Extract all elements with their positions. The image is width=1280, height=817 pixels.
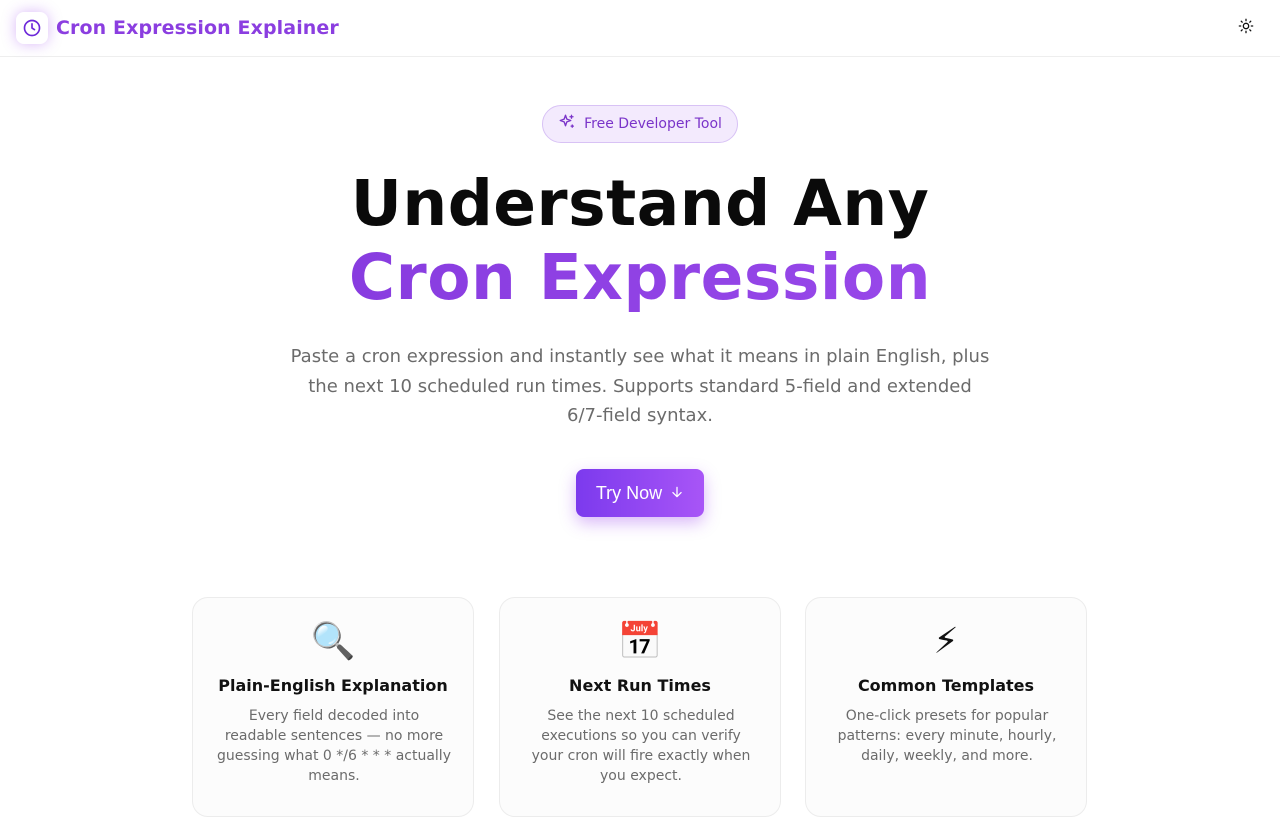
hero-subtitle: Paste a cron expression and instantly se… xyxy=(290,346,990,426)
feature-description: See the next 10 scheduled executions so … xyxy=(531,708,751,784)
feature-card: 🔍 Plain-English Explanation Every field … xyxy=(192,597,474,817)
sun-icon xyxy=(1238,18,1254,38)
free-tool-badge: Free Developer Tool xyxy=(542,105,738,143)
brand-link[interactable]: Cron Expression Explainer xyxy=(16,12,339,44)
feature-title: Common Templates xyxy=(857,676,1035,695)
clock-icon xyxy=(16,12,48,44)
badge-label: Free Developer Tool xyxy=(584,116,722,132)
arrow-down-icon xyxy=(670,483,684,504)
app-header: Cron Expression Explainer xyxy=(0,0,1280,57)
magnifier-icon: 🔍 xyxy=(310,621,356,662)
lightning-icon: ⚡ xyxy=(933,621,959,662)
feature-title: Plain-English Explanation xyxy=(218,676,448,695)
calendar-icon: 📅 xyxy=(617,621,663,662)
feature-card: 📅 Next Run Times See the next 10 schedul… xyxy=(499,597,781,817)
feature-description: One-click presets for popular patterns: … xyxy=(837,708,1057,764)
try-now-button[interactable]: Try Now xyxy=(576,469,704,517)
hero-heading-line1: Understand Any xyxy=(350,167,930,240)
app-title: Cron Expression Explainer xyxy=(56,17,339,39)
hero-heading-line2: Cron Expression xyxy=(0,241,1280,315)
feature-title: Next Run Times xyxy=(569,676,711,695)
try-now-label: Try Now xyxy=(595,482,663,503)
feature-description: Every field decoded into readable senten… xyxy=(217,708,451,784)
sparkles-icon xyxy=(558,113,576,135)
theme-toggle-button[interactable] xyxy=(1230,12,1262,44)
feature-card: ⚡ Common Templates One-click presets for… xyxy=(805,597,1087,817)
